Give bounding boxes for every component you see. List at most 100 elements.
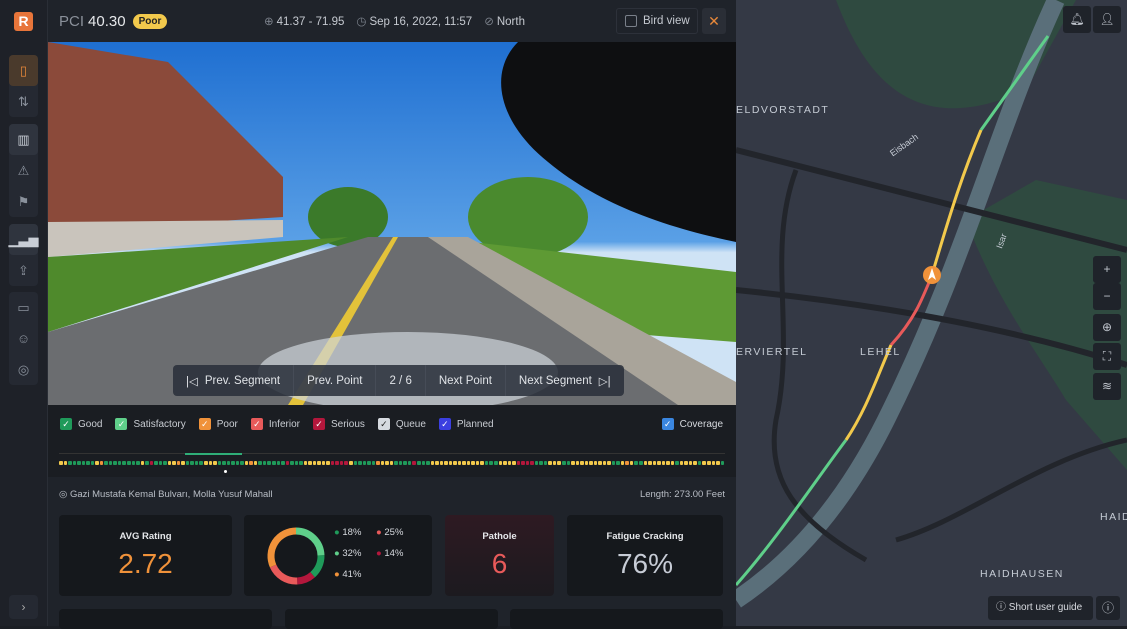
segment-point[interactable] (312, 461, 317, 465)
segment-point[interactable] (190, 461, 194, 465)
segment-point[interactable] (285, 461, 290, 465)
segment-point[interactable] (407, 461, 412, 465)
segment-point[interactable] (716, 461, 720, 465)
segment-point[interactable] (367, 461, 371, 465)
segment-point[interactable] (385, 461, 389, 465)
segment-point[interactable] (398, 461, 403, 465)
segment-point[interactable] (657, 461, 661, 465)
support-icon[interactable]: ◎ (9, 354, 38, 385)
segment-point[interactable] (584, 461, 589, 465)
upload-icon[interactable]: ⇪ (9, 255, 38, 286)
segment-point[interactable] (167, 461, 172, 465)
segment-point[interactable] (226, 461, 231, 465)
legend-checkbox[interactable]: ✓ (312, 418, 325, 430)
prev-segment-button[interactable]: |◁ Prev. Segment (173, 365, 295, 396)
segment-point[interactable] (521, 461, 525, 465)
segment-point[interactable] (480, 461, 484, 465)
segment-point[interactable] (620, 461, 625, 465)
segment-point[interactable] (158, 461, 163, 465)
segment-point[interactable] (571, 461, 575, 465)
notifications-button[interactable]: 🔔︎ (1063, 6, 1091, 33)
next-segment-button[interactable]: Next Segment ▷| (506, 365, 624, 396)
segment-point[interactable] (231, 461, 235, 465)
segment-point[interactable] (81, 461, 86, 465)
segment-point[interactable] (335, 461, 339, 465)
signpost-icon[interactable]: ⚑ (9, 186, 38, 217)
segment-point[interactable] (652, 461, 657, 465)
folder-icon[interactable]: ▭ (9, 292, 38, 323)
legend-checkbox[interactable]: ✓ (115, 418, 128, 430)
device-icon[interactable]: ▯ (9, 55, 38, 86)
segment-point[interactable] (339, 461, 344, 465)
segment-point[interactable] (353, 461, 358, 465)
legend-checkbox[interactable]: ✓ (377, 418, 390, 430)
segment-point[interactable] (693, 461, 697, 465)
segment-point[interactable] (99, 461, 104, 465)
info-button[interactable]: ⓘ (1096, 596, 1120, 620)
segment-point[interactable] (104, 461, 108, 465)
segment-point[interactable] (380, 461, 385, 465)
legend-checkbox[interactable]: ✓ (250, 418, 263, 430)
segment-point[interactable] (552, 461, 557, 465)
segment-point[interactable] (602, 461, 607, 465)
segment-point[interactable] (566, 461, 571, 465)
route-icon[interactable]: ⇅ (9, 86, 38, 117)
segment-point[interactable] (471, 461, 475, 465)
segment-point[interactable] (498, 461, 503, 465)
next-point-button[interactable]: Next Point (426, 365, 506, 396)
segment-point[interactable] (661, 461, 666, 465)
segment-point[interactable] (484, 461, 489, 465)
segment-point[interactable] (358, 461, 362, 465)
locate-button[interactable]: ⊕ (1093, 314, 1121, 341)
segment-point[interactable] (330, 461, 335, 465)
segment-point[interactable] (267, 461, 271, 465)
layers-button[interactable]: ≋ (1093, 373, 1121, 400)
legend-item-good[interactable]: ✓ Good (60, 418, 102, 430)
segment-point[interactable] (489, 461, 493, 465)
user-guide-button[interactable]: ⓘ Short user guide (988, 596, 1093, 620)
segment-point[interactable] (281, 461, 285, 465)
segment-point[interactable] (317, 461, 321, 465)
segment-point[interactable] (648, 461, 652, 465)
segment-point[interactable] (634, 461, 638, 465)
segment-point[interactable] (525, 461, 530, 465)
segment-point[interactable] (117, 461, 122, 465)
segment-point[interactable] (262, 461, 267, 465)
segment-point[interactable] (136, 461, 140, 465)
segment-point[interactable] (394, 461, 398, 465)
segment-point[interactable] (122, 461, 126, 465)
segment-point[interactable] (249, 461, 253, 465)
segment-point[interactable] (697, 461, 702, 465)
segment-point[interactable] (321, 461, 326, 465)
warning-icon[interactable]: ⚠ (9, 155, 38, 186)
segment-point[interactable] (611, 461, 616, 465)
segment-bar[interactable] (59, 453, 725, 456)
segment-point[interactable] (466, 461, 471, 465)
segment-point[interactable] (679, 461, 684, 465)
chart-icon[interactable]: ▁▃▅ (9, 224, 39, 255)
segment-point[interactable] (503, 461, 507, 465)
segment-point[interactable] (149, 461, 154, 465)
segment-point[interactable] (444, 461, 448, 465)
segment-point[interactable] (308, 461, 312, 465)
segment-point[interactable] (534, 461, 539, 465)
legend-checkbox[interactable]: ✓ (438, 418, 451, 430)
segment-point[interactable] (625, 461, 629, 465)
segment-point[interactable] (557, 461, 561, 465)
segment-points[interactable] (59, 461, 725, 465)
segment-point[interactable] (86, 461, 90, 465)
map[interactable]: ELDVORSTADT LEHEL ERVIERTEL HAIDHAUSEN H… (736, 0, 1127, 626)
segment-point[interactable] (126, 461, 131, 465)
segment-point[interactable] (516, 461, 521, 465)
bird-view-toggle[interactable]: Bird view (616, 8, 698, 34)
segment-point[interactable] (95, 461, 99, 465)
segment-point[interactable] (181, 461, 185, 465)
segment-point[interactable] (240, 461, 244, 465)
fullscreen-button[interactable]: ⛶ (1093, 343, 1121, 370)
segment-point[interactable] (376, 461, 380, 465)
segment-point[interactable] (530, 461, 534, 465)
segment-point[interactable] (457, 461, 462, 465)
segment-point[interactable] (548, 461, 552, 465)
users-icon[interactable]: ☺ (9, 323, 38, 354)
segment-point[interactable] (213, 461, 217, 465)
